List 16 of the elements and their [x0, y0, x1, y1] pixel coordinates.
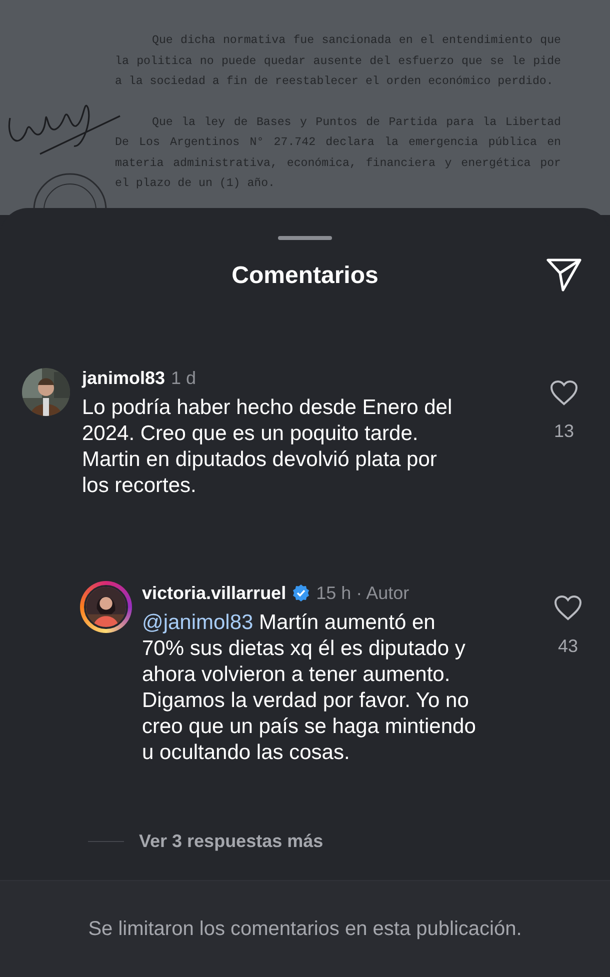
comment-text: Lo podría haber hecho desde Enero del 2024. Creo que es un poquito tarde. Martin en diputados devolvió plata por los recortes. [82, 395, 454, 499]
like-count: 43 [558, 635, 578, 658]
comment-text: @janimol83 Martín aumentó en 70% sus dietas xq él es diputado y ahora volvieron a tener aumento. Digamos la verdad por favor. Yo no creo que un país se haga mintiendo u ocultando las cosas. [142, 610, 477, 766]
username[interactable]: janimol83 [82, 364, 166, 392]
heart-icon[interactable] [554, 595, 582, 621]
heart-icon[interactable] [550, 380, 578, 406]
comment-time: 1 d [171, 366, 196, 390]
comment-time: 15 h · Autor [316, 582, 410, 604]
send-icon[interactable] [546, 258, 582, 292]
sheet-title: Comentarios [232, 261, 378, 291]
notice-text: Se limitaron los comentarios en esta publicación. [88, 917, 522, 942]
drag-handle[interactable] [278, 236, 332, 240]
username[interactable]: victoria.villarruel [142, 580, 286, 606]
like-count: 13 [554, 420, 574, 443]
mention-link[interactable]: @janimol83 [142, 611, 254, 634]
view-replies-button[interactable]: Ver 3 respuestas más [139, 828, 324, 855]
